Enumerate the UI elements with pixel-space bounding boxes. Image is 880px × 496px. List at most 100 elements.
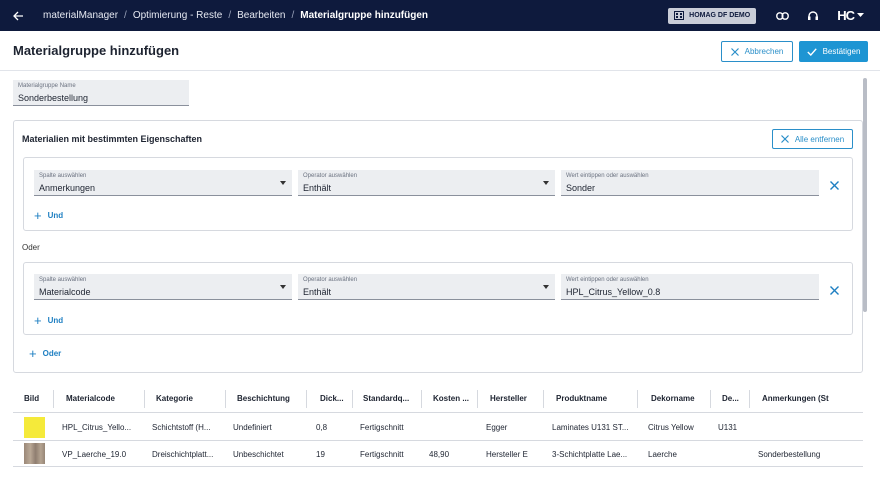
group-name-field[interactable]: Materialgruppe Name Sonderbestellung bbox=[13, 80, 189, 106]
breadcrumb-separator: / bbox=[291, 10, 295, 21]
column-divider[interactable] bbox=[477, 390, 478, 408]
column-divider[interactable] bbox=[352, 390, 353, 408]
table-cell: Schichtstoff (H... bbox=[152, 423, 211, 432]
group-name-value: Sonderbestellung bbox=[18, 93, 89, 103]
table-cell: VP_Laerche_19.0 bbox=[62, 450, 127, 459]
column-header[interactable]: Dekorname bbox=[651, 394, 695, 403]
scrollbar[interactable] bbox=[863, 78, 867, 312]
group-name-label: Materialgruppe Name bbox=[18, 83, 76, 89]
add-or-button[interactable]: + Oder bbox=[29, 347, 61, 360]
material-swatch-image bbox=[24, 417, 45, 438]
row-divider bbox=[13, 466, 863, 467]
value-input[interactable]: Wert eintippen oder auswählen HPL_Citrus… bbox=[561, 274, 819, 300]
column-divider[interactable] bbox=[749, 390, 750, 408]
column-divider[interactable] bbox=[144, 390, 145, 408]
breadcrumb-bearbeiten[interactable]: Bearbeiten bbox=[237, 10, 285, 21]
plus-icon: + bbox=[34, 313, 42, 328]
add-and-button[interactable]: + Und bbox=[34, 209, 63, 222]
column-select-label: Spalte auswählen bbox=[39, 173, 87, 179]
breadcrumb-optimierung[interactable]: Optimierung - Reste bbox=[133, 10, 222, 21]
caret-down-icon bbox=[280, 181, 286, 185]
cancel-button[interactable]: Abbrechen bbox=[721, 41, 793, 62]
remove-condition-icon[interactable] bbox=[830, 286, 839, 295]
confirm-button[interactable]: Bestätigen bbox=[799, 41, 868, 62]
add-and-button[interactable]: + Und bbox=[34, 314, 63, 327]
table-cell: Laminates U131 ST... bbox=[552, 423, 629, 432]
value-input-label: Wert eintippen oder auswählen bbox=[566, 173, 649, 179]
building-icon bbox=[674, 11, 685, 20]
operator-select[interactable]: Operator auswählen Enthält bbox=[298, 274, 555, 300]
column-divider[interactable] bbox=[637, 390, 638, 408]
user-menu[interactable]: HC bbox=[837, 8, 864, 23]
material-swatch-image bbox=[24, 443, 45, 464]
operator-select[interactable]: Operator auswählen Enthält bbox=[298, 170, 555, 196]
column-select[interactable]: Spalte auswählen Materialcode bbox=[34, 274, 292, 300]
table-cell: Unbeschichtet bbox=[233, 450, 284, 459]
back-arrow-icon[interactable] bbox=[13, 11, 25, 21]
column-divider[interactable] bbox=[225, 390, 226, 408]
table-cell: Undefiniert bbox=[233, 423, 272, 432]
cancel-label: Abbrechen bbox=[744, 47, 784, 56]
table-cell: Sonderbestellung bbox=[758, 450, 821, 459]
value-input-value: HPL_Citrus_Yellow_0.8 bbox=[566, 287, 661, 297]
caret-down-icon bbox=[280, 285, 286, 289]
remove-all-button[interactable]: Alle entfernen bbox=[772, 129, 853, 149]
support-headset-icon[interactable] bbox=[807, 10, 819, 22]
breadcrumb-separator: / bbox=[228, 10, 232, 21]
column-header[interactable]: Kategorie bbox=[156, 394, 193, 403]
column-header[interactable]: Bild bbox=[24, 394, 39, 403]
column-header[interactable]: Kosten ... bbox=[433, 394, 469, 403]
operator-select-value: Enthält bbox=[303, 183, 332, 193]
column-header[interactable]: Dick... bbox=[320, 394, 344, 403]
column-select[interactable]: Spalte auswählen Anmerkungen bbox=[34, 170, 292, 196]
table-cell: 0,8 bbox=[316, 423, 328, 432]
add-and-label: Und bbox=[47, 211, 64, 220]
chevron-down-icon bbox=[857, 13, 864, 17]
column-divider[interactable] bbox=[543, 390, 544, 408]
breadcrumb-separator: / bbox=[124, 10, 127, 21]
table-cell: HPL_Citrus_Yello... bbox=[62, 423, 132, 432]
link-icon[interactable] bbox=[776, 11, 790, 20]
table-cell: 19 bbox=[316, 450, 325, 459]
column-header[interactable]: Standardq... bbox=[363, 394, 409, 403]
column-select-value: Anmerkungen bbox=[39, 183, 96, 193]
tenant-selector[interactable]: HOMAG DF DEMO bbox=[668, 7, 757, 24]
column-header[interactable]: Materialcode bbox=[66, 394, 115, 403]
page-title: Materialgruppe hinzufügen bbox=[13, 43, 180, 58]
column-divider[interactable] bbox=[306, 390, 307, 408]
remove-all-label: Alle entfernen bbox=[794, 134, 845, 144]
table-cell: Dreischichtplatt... bbox=[152, 450, 214, 459]
column-header[interactable]: Hersteller bbox=[490, 394, 527, 403]
table-cell: Egger bbox=[486, 423, 508, 432]
top-bar: materialManager / Optimierung - Reste / … bbox=[0, 0, 880, 31]
value-input-value: Sonder bbox=[566, 183, 596, 193]
column-divider[interactable] bbox=[421, 390, 422, 408]
tenant-name: HOMAG DF DEMO bbox=[689, 12, 751, 19]
column-header[interactable]: De... bbox=[722, 394, 739, 403]
remove-condition-icon[interactable] bbox=[830, 181, 839, 190]
operator-select-value: Enthält bbox=[303, 287, 332, 297]
table-cell: U131 bbox=[718, 423, 738, 432]
table-cell: Fertigschnitt bbox=[360, 450, 404, 459]
or-separator: Oder bbox=[22, 243, 40, 252]
caret-down-icon bbox=[543, 181, 549, 185]
row-divider bbox=[13, 440, 863, 441]
confirm-label: Bestätigen bbox=[822, 47, 861, 56]
close-icon bbox=[730, 47, 739, 56]
table-cell: Citrus Yellow bbox=[648, 423, 694, 432]
caret-down-icon bbox=[543, 285, 549, 289]
criteria-title: Materialien mit bestimmten Eigenschaften bbox=[22, 134, 203, 144]
value-input[interactable]: Wert eintippen oder auswählen Sonder bbox=[561, 170, 819, 196]
breadcrumb-app[interactable]: materialManager bbox=[43, 10, 118, 21]
operator-select-label: Operator auswählen bbox=[303, 173, 358, 179]
table-cell: Fertigschnitt bbox=[360, 423, 404, 432]
breadcrumb-current: Materialgruppe hinzufügen bbox=[300, 10, 429, 21]
table-cell: Hersteller E bbox=[486, 450, 528, 459]
page-header: Materialgruppe hinzufügen Abbrechen Best… bbox=[0, 31, 880, 71]
column-header[interactable]: Produktname bbox=[556, 394, 607, 403]
table-cell: Laerche bbox=[648, 450, 677, 459]
column-divider[interactable] bbox=[710, 390, 711, 408]
column-divider[interactable] bbox=[53, 390, 54, 408]
column-header[interactable]: Anmerkungen (St bbox=[762, 394, 829, 403]
column-header[interactable]: Beschichtung bbox=[237, 394, 290, 403]
